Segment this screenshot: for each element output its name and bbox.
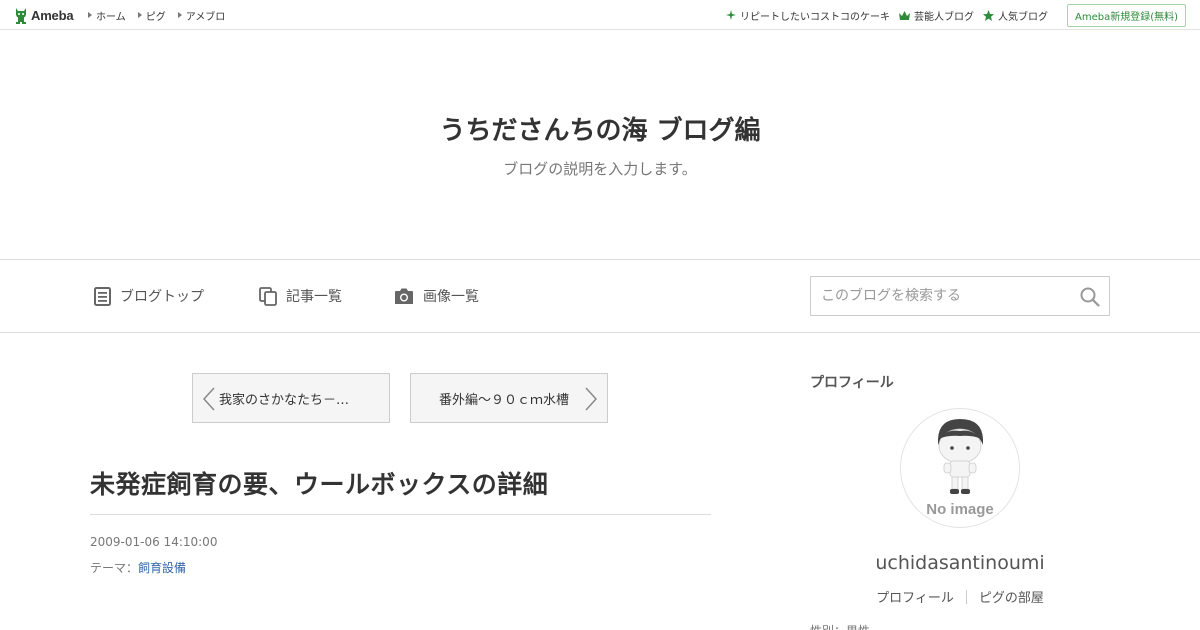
chevron-right-icon [585,387,597,411]
profile-gender: 性別：男性 [810,622,870,630]
title-divider [90,514,711,515]
top-right-links: リピートしたいコストコのケーキ 芸能人ブログ 人気ブログ Ameba新規登録(無… [725,0,1186,30]
article-date: 2009-01-06 14:10:00 [90,535,218,549]
document-icon [94,286,111,306]
article-theme: テーマ：飼育設備 [90,559,186,576]
popular-blog-link[interactable]: 人気ブログ [982,8,1048,23]
nav-images[interactable]: 画像一覧 [394,286,479,306]
star-icon [982,9,994,21]
top-nav-home[interactable]: ホーム [88,8,126,23]
blog-nav: ブログトップ 記事一覧 画像一覧 [0,260,1200,333]
theme-link[interactable]: 飼育設備 [138,561,186,575]
copy-icon [259,286,277,306]
blog-description: ブログの説明を入力します。 [503,160,697,178]
nav-blog-top[interactable]: ブログトップ [94,286,204,306]
blog-search [810,276,1110,316]
top-nav-ameblo[interactable]: アメブロ [177,8,225,23]
profile-links: プロフィール ピグの部屋 [810,587,1110,606]
triangle-right-icon [88,12,92,18]
signup-button[interactable]: Ameba新規登録(無料) [1066,3,1186,27]
triangle-right-icon [137,12,142,18]
no-image-caption: No image [926,501,994,518]
trending-link[interactable]: リピートしたいコストコのケーキ [725,8,890,23]
search-input[interactable] [811,277,1073,315]
next-entry-button[interactable]: 番外編～９０ｃｍ水槽 [410,373,608,423]
crown-icon [898,10,910,20]
top-bar: Ameba ホーム ピグ アメブロ リピートしたいコストコのケーキ 芸能人ブログ… [0,0,1200,30]
logo-text: Ameba [31,7,74,23]
link-separator [965,589,967,604]
profile-link[interactable]: プロフィール [876,587,954,606]
celebrity-blog-link[interactable]: 芸能人ブログ [898,8,974,23]
theme-prefix: テーマ： [90,561,139,575]
blog-header: うちださんちの海 ブログ編 ブログの説明を入力します。 [0,30,1200,260]
triangle-right-icon [177,12,182,18]
camera-icon [395,288,413,304]
username[interactable]: uchidasantinoumi [810,552,1110,574]
blog-title[interactable]: うちださんちの海 ブログ編 [0,110,1200,147]
sparkle-icon [725,10,736,20]
ameba-logo-icon [14,6,28,24]
search-button[interactable] [1079,286,1101,308]
search-icon [1080,287,1100,307]
article-title[interactable]: 未発症飼育の要、ウールボックスの詳細 [90,465,710,501]
nav-entries[interactable]: 記事一覧 [259,286,342,306]
ameba-logo[interactable]: Ameba [14,6,74,24]
prev-entry-button[interactable]: 我家のさかなたち－… [192,373,390,423]
chevron-left-icon [203,387,215,411]
avatar[interactable]: No image [900,408,1020,528]
profile-heading: プロフィール [810,375,894,391]
top-nav-pigg[interactable]: ピグ [137,8,166,23]
pigg-room-link[interactable]: ピグの部屋 [979,587,1044,606]
top-nav: ホーム ピグ アメブロ [88,0,225,30]
